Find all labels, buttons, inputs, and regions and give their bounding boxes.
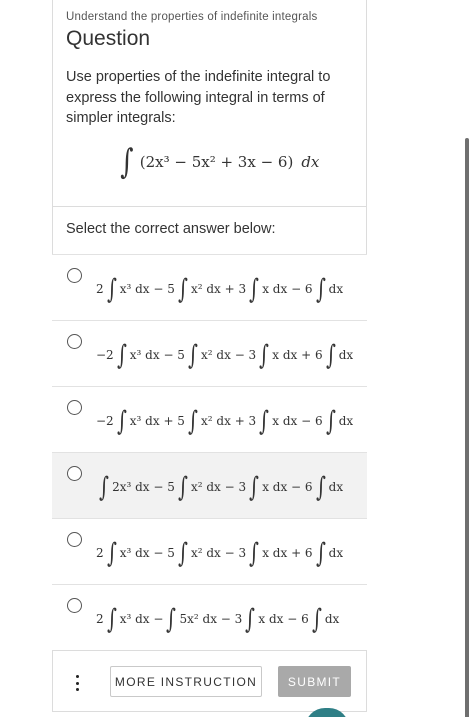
integral-sign: ∫ (166, 603, 177, 635)
term: x³ dx − 5 (129, 348, 185, 362)
integral-sign: ∫ (325, 405, 336, 437)
option-formula: −2 ∫ x³ dx − 5 ∫ x² dx − 3 ∫ x dx + 6 ∫ dx (96, 337, 353, 373)
term: 5x² dx − 3 (179, 612, 243, 626)
answer-prompt: Select the correct answer below: (66, 221, 276, 237)
term: dx (328, 282, 344, 296)
page-title: Question (66, 27, 151, 50)
integral-sign: ∫ (259, 339, 270, 371)
integral-sign: ∫ (249, 273, 260, 305)
answer-option-4[interactable]: ∫ 2x³ dx − 5 ∫ x² dx − 3 ∫ x dx − 6 ∫ dx (52, 452, 367, 518)
term: dx (328, 546, 344, 560)
term: dx (328, 480, 344, 494)
term: −2 (96, 348, 114, 362)
integral-sign: ∫ (249, 537, 260, 569)
integral-sign: ∫ (315, 273, 326, 305)
option-formula: −2 ∫ x³ dx + 5 ∫ x² dx + 3 ∫ x dx − 6 ∫ dx (96, 403, 353, 439)
footer-bar: MORE INSTRUCTION SUBMIT (52, 651, 367, 712)
integral-sign: ∫ (315, 537, 326, 569)
term: x dx − 6 (262, 480, 313, 494)
integral-sign: ∫ (178, 273, 188, 305)
term: x² dx − 3 (190, 546, 247, 560)
integral-sign: ∫ (188, 339, 198, 371)
kebab-menu-icon[interactable] (74, 675, 80, 691)
integral-sign: ∫ (325, 339, 336, 371)
answer-option-5[interactable]: 2 ∫ x³ dx − 5 ∫ x² dx − 3 ∫ x dx + 6 ∫ dx (52, 518, 367, 584)
integral-sign: ∫ (177, 471, 188, 503)
term: −2 (96, 414, 114, 428)
term: x³ dx − (119, 612, 164, 626)
term: x² dx + 3 (190, 282, 247, 296)
integral-sign: ∫ (120, 142, 134, 182)
integrand: (2x³ − 5x² + 3x − 6) (139, 153, 294, 171)
question-integral: ∫ (2x³ − 5x² + 3x − 6) dx (118, 142, 319, 182)
integral-sign: ∫ (116, 339, 127, 371)
radio-unselected-icon[interactable] (67, 532, 82, 547)
integral-sign: ∫ (106, 537, 117, 569)
integral-sign: ∫ (178, 537, 188, 569)
integral-sign: ∫ (259, 405, 270, 437)
answer-option-1[interactable]: 2 ∫ x³ dx − 5 ∫ x² dx + 3 ∫ x dx − 6 ∫ dx (52, 254, 367, 320)
term: x² dx + 3 (201, 414, 257, 428)
integral-sign: ∫ (245, 603, 256, 635)
integral-sign: ∫ (311, 603, 322, 635)
question-prompt: Use properties of the indefinite integra… (66, 69, 331, 126)
integral-sign: ∫ (249, 471, 260, 503)
scrollbar[interactable] (465, 138, 469, 717)
option-formula: 2 ∫ x³ dx − 5 ∫ x² dx + 3 ∫ x dx − 6 ∫ dx (96, 271, 343, 307)
term: 2 (96, 282, 104, 296)
radio-unselected-icon[interactable] (67, 466, 82, 481)
integral-sign: ∫ (188, 405, 198, 437)
term: x dx − 6 (258, 612, 309, 626)
term: x dx − 6 (262, 282, 313, 296)
integral-sign: ∫ (106, 603, 117, 635)
term: dx (338, 414, 354, 428)
term: x³ dx + 5 (129, 414, 185, 428)
term: x² dx − 3 (201, 348, 257, 362)
more-instruction-button[interactable]: MORE INSTRUCTION (110, 666, 262, 697)
term: 2 (96, 612, 104, 626)
option-formula: 2 ∫ x³ dx − 5 ∫ x² dx − 3 ∫ x dx + 6 ∫ dx (96, 535, 343, 571)
integral-sign: ∫ (106, 273, 117, 305)
integral-sign: ∫ (99, 471, 109, 503)
answer-option-6[interactable]: 2 ∫ x³ dx − ∫ 5x² dx − 3 ∫ x dx − 6 ∫ dx (52, 584, 367, 650)
option-formula: ∫ 2x³ dx − 5 ∫ x² dx − 3 ∫ x dx − 6 ∫ dx (96, 469, 343, 505)
term: dx (324, 612, 340, 626)
term: 2x³ dx − 5 (112, 480, 175, 494)
term: x dx − 6 (272, 414, 323, 428)
answer-option-2[interactable]: −2 ∫ x³ dx − 5 ∫ x² dx − 3 ∫ x dx + 6 ∫ dx (52, 320, 367, 386)
breadcrumb: Understand the properties of indefinite … (66, 11, 318, 23)
divider (52, 206, 367, 207)
term: x² dx − 3 (190, 480, 247, 494)
integral-sign: ∫ (116, 405, 127, 437)
term: x³ dx − 5 (119, 546, 175, 560)
option-formula: 2 ∫ x³ dx − ∫ 5x² dx − 3 ∫ x dx − 6 ∫ dx (96, 601, 339, 637)
radio-unselected-icon[interactable] (67, 598, 82, 613)
integral-sign: ∫ (315, 471, 326, 503)
term: 2 (96, 546, 104, 560)
radio-unselected-icon[interactable] (67, 268, 82, 283)
radio-unselected-icon[interactable] (67, 400, 82, 415)
radio-unselected-icon[interactable] (67, 334, 82, 349)
submit-button[interactable]: SUBMIT (278, 666, 351, 697)
term: dx (338, 348, 354, 362)
term: x³ dx − 5 (119, 282, 175, 296)
term: x dx + 6 (272, 348, 323, 362)
differential: dx (301, 153, 320, 171)
term: x dx + 6 (262, 546, 313, 560)
answer-option-3[interactable]: −2 ∫ x³ dx + 5 ∫ x² dx + 3 ∫ x dx − 6 ∫ dx (52, 386, 367, 452)
